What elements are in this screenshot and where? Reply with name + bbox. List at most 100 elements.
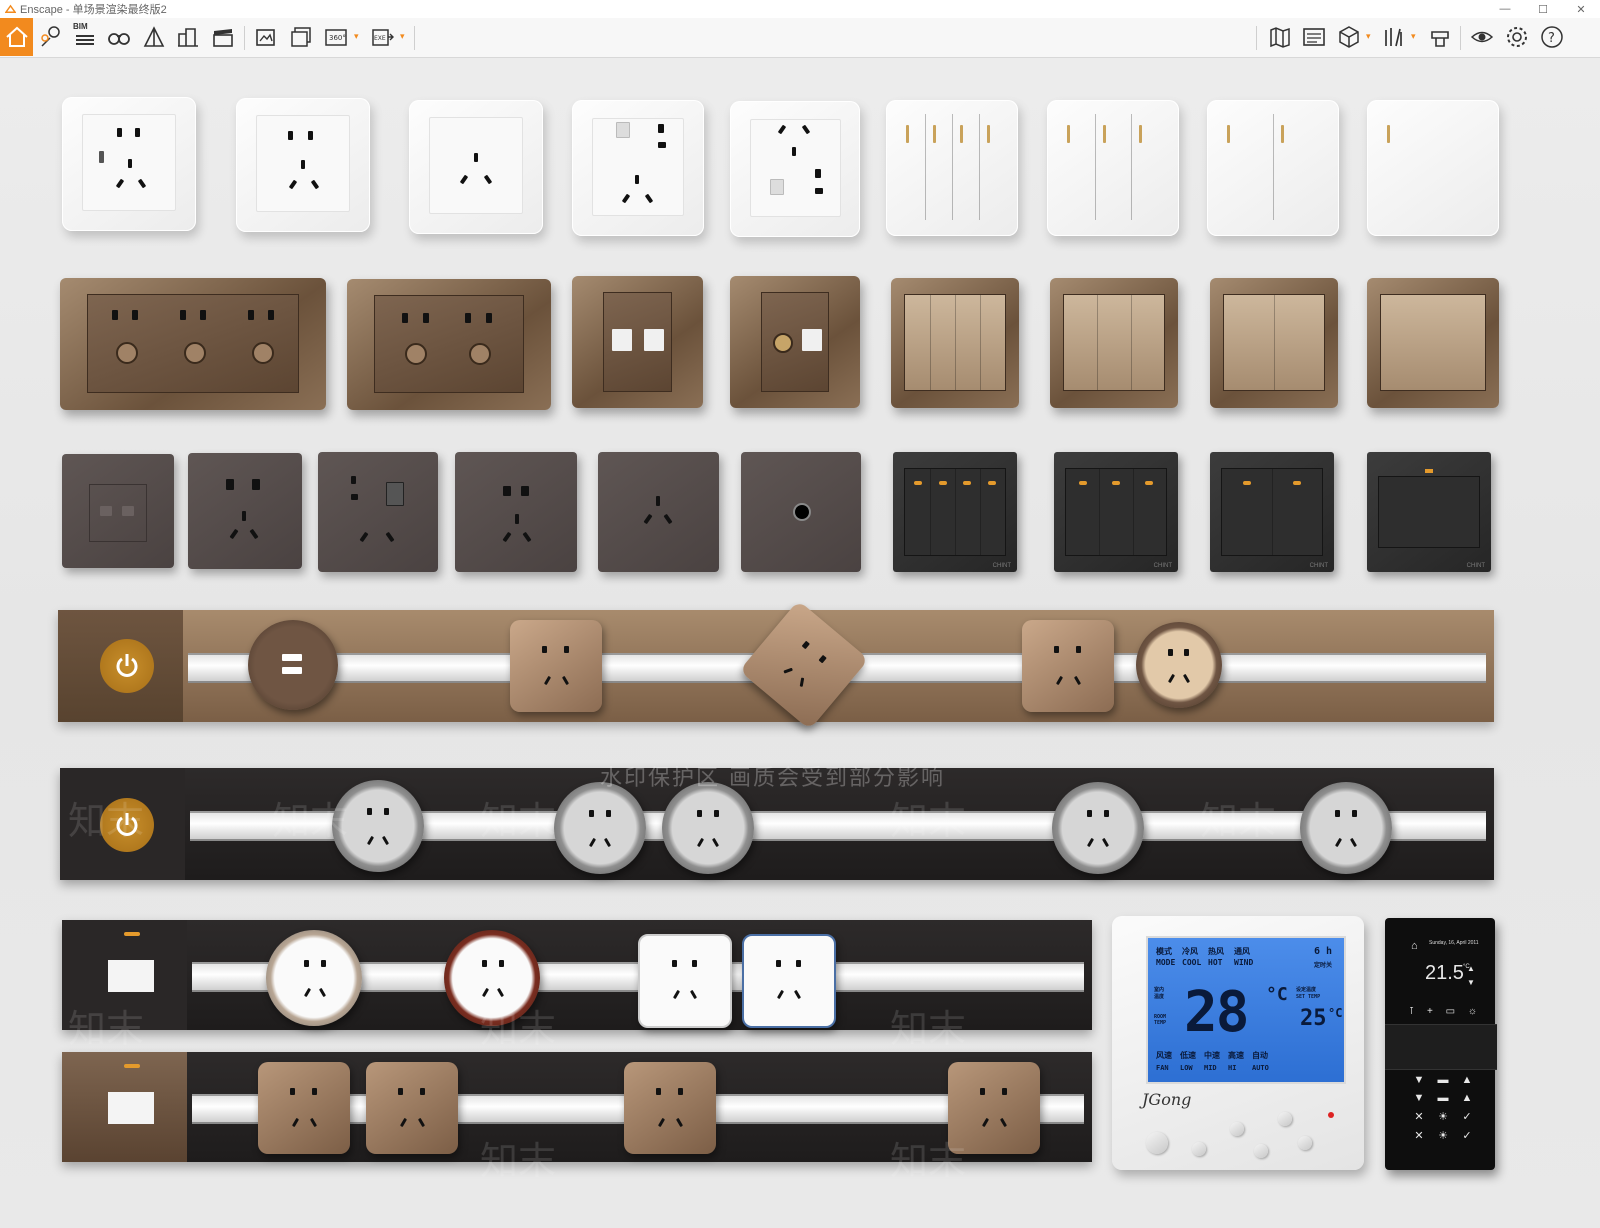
silver-round-socket [1052,782,1144,874]
settings-icon [1507,27,1527,47]
wind-cn-label: 通风 [1234,947,1250,956]
screenshot-icon [256,29,275,46]
bronze-tv-data-socket [730,276,860,408]
mode-en-label: MODE [1156,958,1176,967]
binoculars-icon [108,33,130,45]
screenshot-button[interactable] [250,21,282,53]
asset-dropdown-icon[interactable]: ▾ [1411,31,1416,42]
dark-socket-5hole [188,453,302,569]
white-square-socket [638,934,732,1028]
auto-cn-label: 自动 [1252,1051,1268,1060]
help-icon: ? [1541,26,1563,48]
minimize-button[interactable]: — [1486,0,1524,18]
export-exe-button[interactable]: EXE [366,21,398,53]
binoculars-button[interactable] [103,21,135,53]
tent-button[interactable] [138,21,170,53]
white-socket-switch-combo [572,100,704,236]
batch-render-icon [291,27,311,47]
panorama-button[interactable]: 360° [320,21,352,53]
low-cn-label: 低速 [1180,1051,1196,1060]
panorama-label: 360° [329,34,346,42]
room-temp-unit: °C [1266,984,1288,1005]
set-temperature-readout: 25 [1300,1006,1327,1031]
toolbar-separator [414,26,415,50]
bronze-switch-1gang [1367,278,1499,408]
visibility-button[interactable] [1466,21,1498,53]
export-dropdown-icon[interactable]: ▾ [400,31,405,42]
room-temp-en-label: ROOM TEMP [1154,1014,1167,1026]
room-temperature-readout: 28 [1184,980,1249,1045]
info-panel-button[interactable] [1298,21,1330,53]
toolbar-separator [244,26,245,50]
batch-render-button[interactable] [285,21,317,53]
panel-slider [1385,1024,1497,1070]
material-editor-icon [1431,31,1449,47]
close-button[interactable]: ✕ [1562,0,1600,18]
thermostat-button [1254,1144,1268,1158]
asset-library-button[interactable] [1378,21,1410,53]
light-icon: ☼ [1467,1006,1477,1017]
bim-label: BIM [73,22,88,31]
cancel-icon: ✕ [1414,1130,1424,1142]
low-en-label: LOW [1180,1064,1193,1072]
svg-text:?: ? [1548,31,1555,46]
cube-button[interactable] [1333,21,1365,53]
maximize-button[interactable]: ☐ [1524,0,1562,18]
down-icon: ▼ [1413,1092,1425,1104]
white-socket-3hole [409,100,543,234]
thermostat-down-button [1298,1136,1312,1150]
thermostat-power-button [1146,1132,1168,1154]
brand-label: CHINT [1309,563,1328,569]
buildings-button[interactable] [172,21,204,53]
home-icon: ⌂ [1411,940,1418,952]
watermark-notice: 水印保护区 画质会受到部分影响 [600,766,945,791]
bronze-square-socket [948,1062,1040,1154]
bronze-square-socket [624,1062,716,1154]
silver-round-socket [1300,782,1392,874]
hot-en-label: HOT [1208,958,1223,967]
render-viewport[interactable]: CHINT CHINT CHINT CHINT 模式 冷风 热风 通风 MODE… [0,58,1600,1228]
bim-button[interactable]: BIM [69,21,101,53]
settings-button[interactable] [1501,21,1533,53]
clapperboard-button[interactable] [207,21,239,53]
panel-date: Sunday, 16, April 2011 [1429,940,1479,946]
square-track-socket [510,620,602,712]
cube-dropdown-icon[interactable]: ▾ [1366,31,1371,42]
wind-en-label: WIND [1234,958,1254,967]
bronze-socket-triple [60,278,326,410]
white-socket-5hole [236,98,370,232]
hi-en-label: HI [1228,1064,1237,1072]
dark-socket-3hole [598,452,719,572]
map-button[interactable] [1264,21,1296,53]
set-temp-label: 设定温度 [1296,987,1317,993]
toolbar-separator [1460,26,1461,50]
smart-home-panel: ⌂ Sunday, 16, April 2011 21.5 °C ▲ ▼ ⊺ + ▭… [1385,918,1497,1170]
room-temp-label: 室内温度 [1154,987,1165,1000]
arrow-up-icon: ▲ [1467,964,1475,973]
home-button[interactable] [0,18,33,56]
silver-round-socket [554,782,646,874]
confirm-icon: ✓ [1462,1130,1472,1142]
arrow-down-icon: ▼ [1467,978,1475,987]
timer-label: 定时关 [1314,962,1333,969]
white-round-socket [444,930,540,1026]
mode-cn-label: 模式 [1156,947,1172,956]
window-title: Enscape - 单场景渲染最终版2 [20,4,167,16]
enscape-logo-icon [5,4,16,13]
set-temp-en-label: SET TEMP [1296,994,1321,1000]
down-icon: ▼ [1413,1074,1425,1086]
bronze-switch-2gang [1210,278,1338,408]
panorama-dropdown-icon[interactable]: ▾ [354,31,359,42]
black-switch-3gang: CHINT [1054,452,1178,572]
set-temp-unit: °C [1328,1006,1343,1020]
map-icon [1270,27,1290,48]
status-led [1328,1112,1334,1118]
material-editor-button[interactable] [1424,21,1456,53]
up-icon: ▲ [1461,1092,1473,1104]
location-pin-button[interactable] [35,21,67,53]
dark-socket-switch-combo [318,452,438,572]
help-button[interactable]: ? [1536,21,1568,53]
light-icon: ☀ [1438,1130,1448,1142]
panel-button-grid: ▼ ▬ ▲ ▼ ▬ ▲ ✕ ☀ ✓ ✕ ☀ ✓ [1407,1074,1479,1142]
mid-cn-label: 中速 [1204,1051,1220,1060]
